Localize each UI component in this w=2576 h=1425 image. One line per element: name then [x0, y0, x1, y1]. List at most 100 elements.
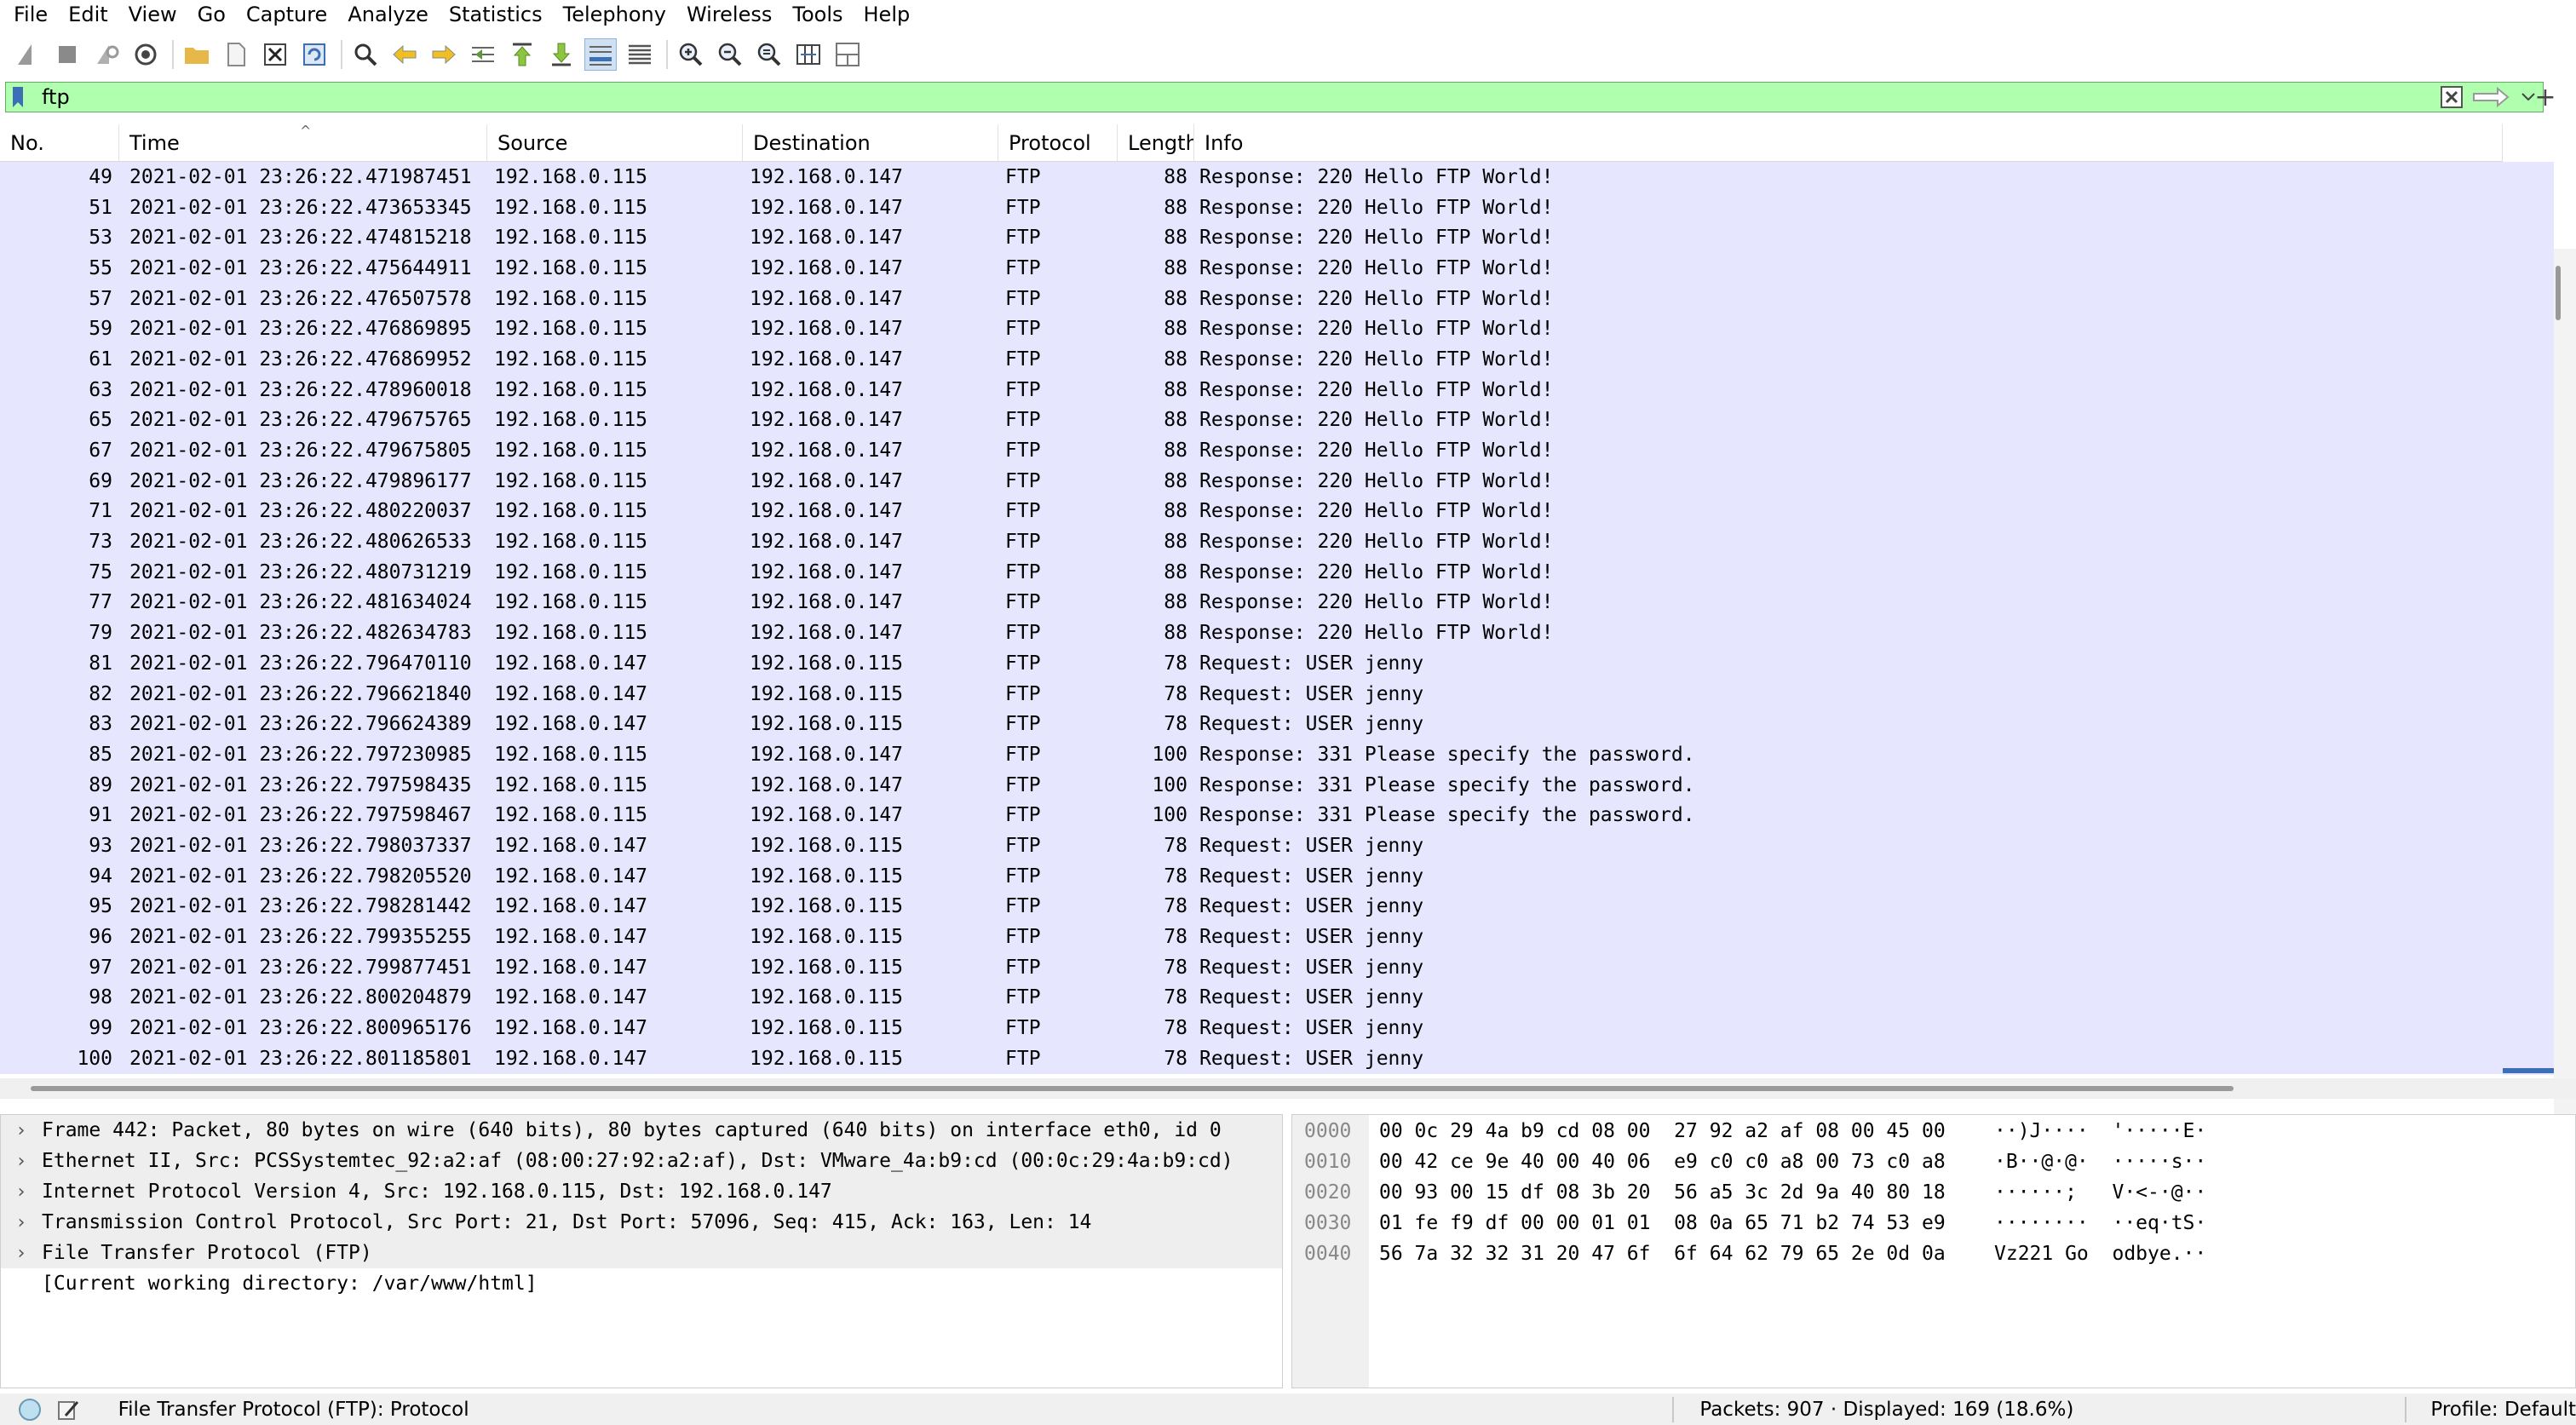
table-row[interactable]: 93 2021-02-01 23:26:22.798037337 192.168.0… [0, 830, 2503, 861]
hex-row[interactable]: 0030 01 fe f9 df 00 00 01 01 08 0a 65 71 … [1292, 1208, 2206, 1238]
table-row[interactable]: 83 2021-02-01 23:26:22.796624389 192.168.0… [0, 709, 2503, 739]
table-row[interactable]: 55 2021-02-01 23:26:22.475644911 192.168.0… [0, 253, 2503, 284]
hex-row[interactable]: 0000 00 0c 29 4a b9 cd 08 00 27 92 a2 af … [1292, 1116, 2206, 1146]
hex-row[interactable]: 0020 00 93 00 15 df 08 3b 20 56 a5 3c 2d … [1292, 1177, 2206, 1208]
capture-options-button[interactable] [129, 38, 162, 71]
column-header-info[interactable]: Info [1194, 124, 2503, 161]
menu-statistics[interactable]: Statistics [439, 0, 553, 29]
zoom-out-button[interactable] [714, 38, 746, 71]
column-header-protocol[interactable]: Protocol [998, 124, 1118, 161]
table-row[interactable]: 91 2021-02-01 23:26:22.797598467 192.168.0… [0, 800, 2503, 830]
chevron-right-icon[interactable]: › [1, 1181, 42, 1203]
menu-capture[interactable]: Capture [236, 0, 337, 29]
reload-file-button[interactable] [298, 38, 331, 71]
go-to-packet-button[interactable] [467, 38, 499, 71]
table-row[interactable]: 94 2021-02-01 23:26:22.798205520 192.168.0… [0, 861, 2503, 892]
table-row[interactable]: 77 2021-02-01 23:26:22.481634024 192.168.0… [0, 588, 2503, 618]
detail-tree-item[interactable]: › File Transfer Protocol (FTP) [1, 1238, 1282, 1268]
packet-info: Request: USER jenny [1199, 895, 1424, 918]
detail-tree-item[interactable]: [Current working directory: /var/www/htm… [1, 1268, 1282, 1299]
colorize-button[interactable] [624, 38, 656, 71]
go-last-packet-button[interactable] [545, 38, 578, 71]
table-row[interactable]: 71 2021-02-01 23:26:22.480220037 192.168.0… [0, 497, 2503, 527]
table-row[interactable]: 82 2021-02-01 23:26:22.796621840 192.168.0… [0, 679, 2503, 710]
table-row[interactable]: 69 2021-02-01 23:26:22.479896177 192.168.0… [0, 466, 2503, 497]
table-row[interactable]: 67 2021-02-01 23:26:22.479675805 192.168.0… [0, 435, 2503, 466]
apply-filter-button[interactable] [2468, 83, 2514, 112]
chevron-right-icon[interactable]: › [1, 1243, 42, 1264]
expert-info-button[interactable] [14, 1393, 45, 1425]
table-row[interactable]: 57 2021-02-01 23:26:22.476507578 192.168.0… [0, 284, 2503, 314]
chevron-right-icon[interactable]: › [1, 1212, 42, 1233]
table-row[interactable]: 75 2021-02-01 23:26:22.480731219 192.168.0… [0, 557, 2503, 588]
auto-scroll-button[interactable] [584, 38, 617, 71]
detail-tree-item[interactable]: › Frame 442: Packet, 80 bytes on wire (64… [1, 1115, 1282, 1146]
table-row[interactable]: 97 2021-02-01 23:26:22.799877451 192.168.0… [0, 952, 2503, 983]
start-capture-button[interactable] [12, 38, 44, 71]
detail-tree-item[interactable]: › Transmission Control Protocol, Src Port… [1, 1207, 1282, 1238]
normal-size-button[interactable] [753, 38, 785, 71]
add-filter-button[interactable]: + [2525, 82, 2566, 112]
menu-help[interactable]: Help [854, 0, 921, 29]
menu-go[interactable]: Go [187, 0, 236, 29]
table-row[interactable]: 99 2021-02-01 23:26:22.800965176 192.168.0… [0, 1013, 2503, 1043]
detail-tree-item[interactable]: › Ethernet II, Src: PCSSystemtec_92:a2:af… [1, 1146, 1282, 1176]
table-row[interactable]: 53 2021-02-01 23:26:22.474815218 192.168.0… [0, 222, 2503, 253]
save-file-button[interactable] [220, 38, 252, 71]
scrollbar-thumb[interactable] [2556, 266, 2561, 320]
restart-capture-button[interactable] [90, 38, 123, 71]
table-row[interactable]: 98 2021-02-01 23:26:22.800204879 192.168.0… [0, 983, 2503, 1014]
hex-row[interactable]: 0040 56 7a 32 32 31 20 47 6f 6f 64 62 79 … [1292, 1238, 2206, 1269]
table-row[interactable]: 89 2021-02-01 23:26:22.797598435 192.168.0… [0, 770, 2503, 801]
close-file-button[interactable] [259, 38, 291, 71]
table-row[interactable]: 49 2021-02-01 23:26:22.471987451 192.168.0… [0, 162, 2503, 192]
chevron-right-icon[interactable]: › [1, 1151, 42, 1172]
display-filter-input[interactable] [30, 83, 2435, 112]
menu-file[interactable]: File [0, 0, 58, 29]
table-row[interactable]: 63 2021-02-01 23:26:22.478960018 192.168.0… [0, 375, 2503, 405]
menu-view[interactable]: View [118, 0, 187, 29]
column-header-no[interactable]: No. [0, 124, 119, 161]
table-row[interactable]: 65 2021-02-01 23:26:22.479675765 192.168.0… [0, 405, 2503, 436]
go-forward-button[interactable] [428, 38, 460, 71]
profile-status[interactable]: Profile: Default [2406, 1399, 2576, 1421]
hex-row[interactable]: 0010 00 42 ce 9e 40 00 40 06 e9 c0 c0 a8 … [1292, 1146, 2206, 1177]
packet-list-horizontal-scrollbar[interactable] [0, 1078, 2576, 1099]
table-row[interactable]: 95 2021-02-01 23:26:22.798281442 192.168.0… [0, 892, 2503, 922]
find-packet-button[interactable] [349, 38, 382, 71]
column-header-length[interactable]: Length [1118, 124, 1194, 161]
capture-comment-button[interactable] [52, 1393, 83, 1425]
clear-filter-button[interactable] [2435, 83, 2468, 112]
table-row[interactable]: 73 2021-02-01 23:26:22.480626533 192.168.0… [0, 526, 2503, 557]
column-header-source[interactable]: Source [487, 124, 743, 161]
menu-edit[interactable]: Edit [58, 0, 118, 29]
menu-telephony[interactable]: Telephony [553, 0, 676, 29]
open-file-button[interactable] [181, 38, 213, 71]
stop-capture-button[interactable] [51, 38, 83, 71]
table-row[interactable]: 100 2021-02-01 23:26:22.801185801 192.168.… [0, 1043, 2503, 1074]
go-back-button[interactable] [388, 38, 421, 71]
table-row[interactable]: 59 2021-02-01 23:26:22.476869895 192.168.0… [0, 313, 2503, 344]
table-row[interactable]: 79 2021-02-01 23:26:22.482634783 192.168.0… [0, 618, 2503, 648]
table-row[interactable]: 81 2021-02-01 23:26:22.796470110 192.168.0… [0, 648, 2503, 679]
menu-analyze[interactable]: Analyze [337, 0, 439, 29]
packet-time: 2021-02-01 23:26:22.800204879 [129, 986, 472, 1009]
column-header-destination[interactable]: Destination [743, 124, 998, 161]
table-row[interactable]: 61 2021-02-01 23:26:22.476869952 192.168.0… [0, 344, 2503, 375]
table-row[interactable]: 51 2021-02-01 23:26:22.473653345 192.168.0… [0, 192, 2503, 223]
table-row[interactable]: 85 2021-02-01 23:26:22.797230985 192.168.0… [0, 739, 2503, 770]
layout-button[interactable] [831, 38, 864, 71]
menu-wireless[interactable]: Wireless [676, 0, 782, 29]
packet-number: 99 [89, 1017, 112, 1040]
arrow-up-to-top-icon [513, 43, 532, 66]
go-first-packet-button[interactable] [506, 38, 538, 71]
packet-list-scrollbar[interactable] [2503, 124, 2576, 1199]
menu-tools[interactable]: Tools [782, 0, 853, 29]
resize-columns-button[interactable] [792, 38, 825, 71]
zoom-in-button[interactable] [675, 38, 707, 71]
bookmark-icon[interactable] [6, 83, 30, 112]
horizontal-scrollbar-thumb[interactable] [31, 1086, 2234, 1091]
detail-tree-item[interactable]: › Internet Protocol Version 4, Src: 192.1… [1, 1176, 1282, 1207]
table-row[interactable]: 96 2021-02-01 23:26:22.799355255 192.168.0… [0, 922, 2503, 952]
chevron-right-icon[interactable]: › [1, 1120, 42, 1141]
